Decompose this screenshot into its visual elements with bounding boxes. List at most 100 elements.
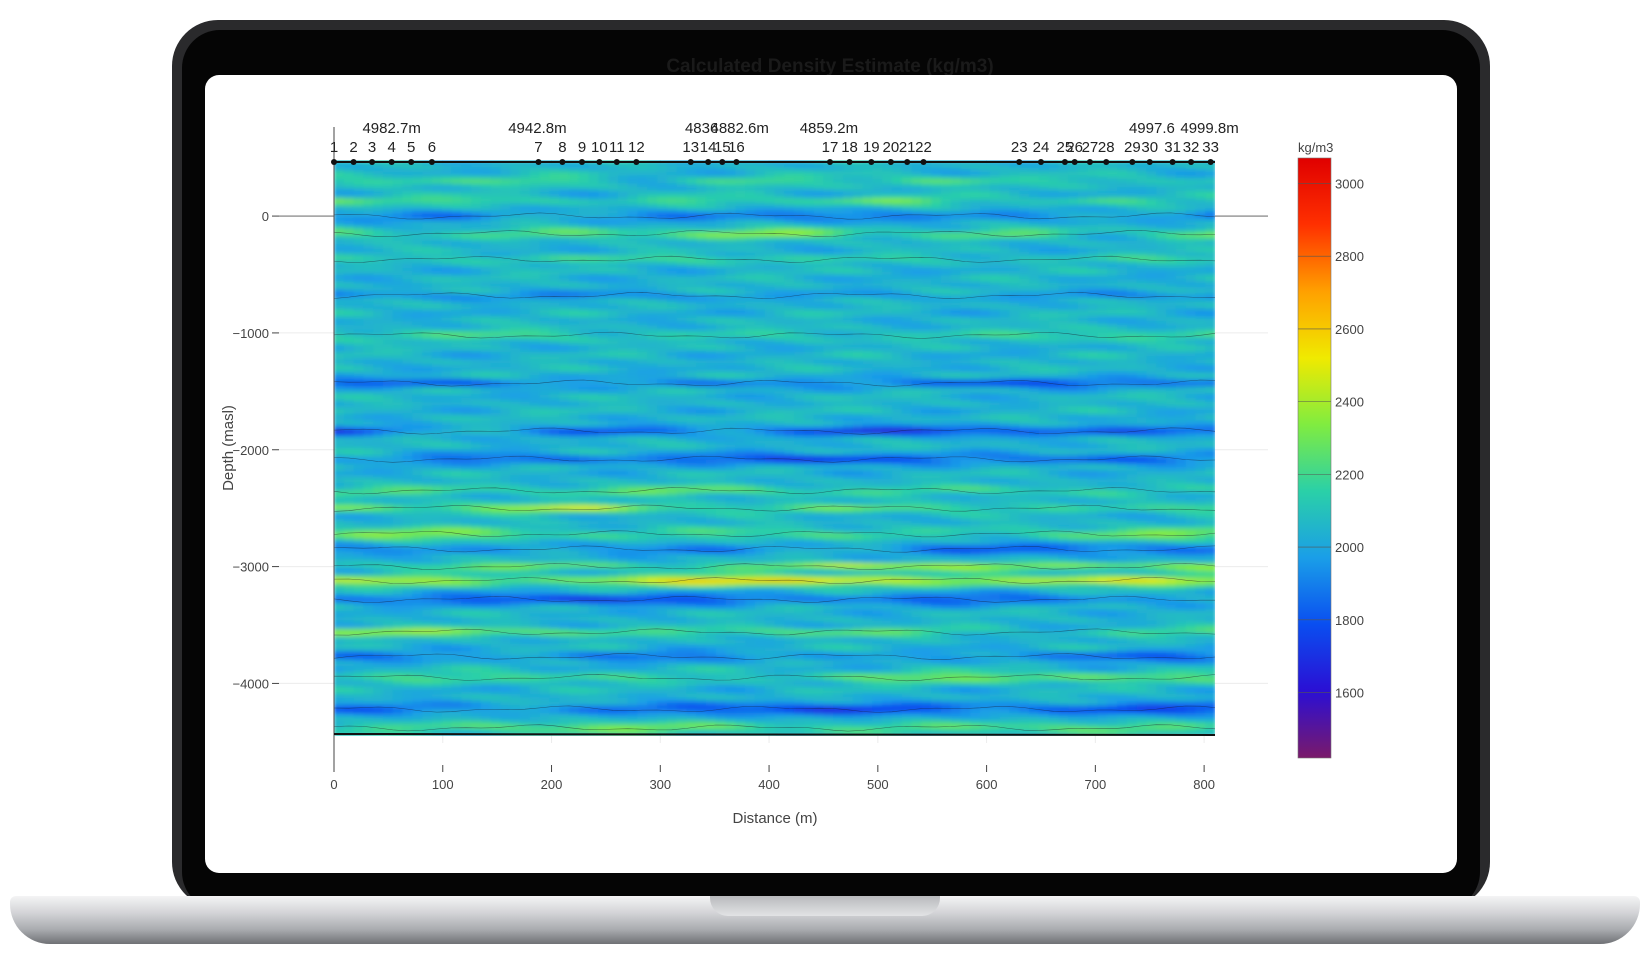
density-cell (1009, 171, 1020, 176)
density-cell (637, 240, 648, 246)
density-cell (931, 309, 942, 315)
density-cell (490, 206, 502, 211)
density-cell (1205, 183, 1215, 188)
density-cell (921, 328, 932, 334)
density-cell (1175, 348, 1187, 353)
density-cell (784, 298, 795, 303)
density-cell (1126, 183, 1138, 188)
density-cell (373, 206, 384, 211)
density-cell (843, 286, 854, 292)
density-cell (412, 309, 423, 315)
density-cell (1166, 198, 1177, 203)
density-cell (940, 252, 952, 257)
density-cell (549, 332, 560, 338)
density-cell (431, 336, 443, 342)
density-cell (960, 352, 971, 357)
density-cell (529, 328, 541, 334)
density-cell (989, 175, 1001, 180)
density-cell (480, 371, 492, 376)
density-cell (373, 179, 384, 184)
density-cell (1038, 271, 1050, 276)
density-cell (471, 321, 482, 326)
density-cell (1019, 328, 1030, 334)
density-cell (568, 171, 580, 176)
density-cell (676, 367, 687, 372)
density-cell (627, 206, 639, 211)
density-cell (754, 213, 766, 219)
density-cell (539, 179, 550, 184)
density-cell (1068, 302, 1079, 307)
density-cell (588, 206, 599, 211)
density-cell (696, 171, 707, 176)
density-cell (940, 325, 952, 330)
density-cell (705, 240, 717, 246)
density-cell (1185, 328, 1197, 334)
density-cell (373, 248, 384, 253)
density-cell (598, 244, 609, 249)
density-cell (999, 229, 1011, 234)
density-cell (891, 186, 903, 192)
density-cell (412, 221, 423, 226)
density-cell (519, 328, 531, 334)
density-cell (1205, 336, 1215, 342)
density-cell (940, 290, 952, 295)
density-cell (588, 236, 599, 242)
density-cell (1146, 194, 1157, 199)
density-cell (901, 286, 913, 292)
density-cell (1077, 355, 1089, 361)
density-cell (510, 317, 521, 322)
density-cell (666, 198, 678, 203)
density-cell (334, 232, 345, 238)
density-cell (382, 194, 394, 199)
density-cell (715, 282, 727, 288)
density-cell (461, 263, 472, 269)
density-cell (1195, 229, 1206, 234)
density-cell (725, 263, 736, 269)
density-cell (1117, 225, 1128, 230)
density-cell (598, 194, 609, 199)
density-cell (1126, 367, 1138, 372)
density-cell (735, 259, 746, 265)
density-cell (774, 256, 785, 261)
density-cell (696, 279, 707, 284)
density-cell (1077, 325, 1089, 330)
density-cell (745, 209, 756, 215)
density-cell (500, 275, 511, 280)
density-cell (412, 367, 423, 372)
density-cell (334, 317, 345, 322)
density-cell (598, 363, 609, 368)
density-cell (441, 259, 453, 265)
density-cell (490, 263, 502, 269)
density-cell (813, 309, 825, 315)
density-cell (666, 209, 678, 215)
density-cell (813, 282, 825, 288)
density-cell (1156, 313, 1167, 319)
density-cell (1038, 186, 1050, 192)
density-cell (784, 305, 795, 311)
density-cell (598, 359, 609, 365)
density-cell (754, 186, 766, 192)
density-cell (353, 179, 364, 184)
density-cell (1009, 252, 1020, 257)
density-cell (989, 290, 1001, 295)
density-cell (608, 352, 619, 357)
density-cell (705, 321, 717, 326)
density-cell (578, 252, 590, 257)
density-cell (803, 305, 815, 311)
density-cell (1107, 367, 1118, 372)
density-cell (666, 336, 678, 342)
density-cell (970, 286, 981, 292)
density-cell (519, 271, 531, 276)
density-cell (803, 336, 815, 342)
density-cell (940, 336, 952, 342)
density-cell (1107, 198, 1118, 203)
density-cell (431, 244, 443, 249)
density-cell (989, 244, 1001, 249)
density-cell (382, 355, 394, 361)
density-cell (901, 344, 913, 349)
density-cell (764, 344, 776, 349)
density-cell (353, 286, 364, 292)
density-cell (999, 348, 1011, 353)
density-cell (627, 252, 639, 257)
density-cell (823, 175, 834, 180)
